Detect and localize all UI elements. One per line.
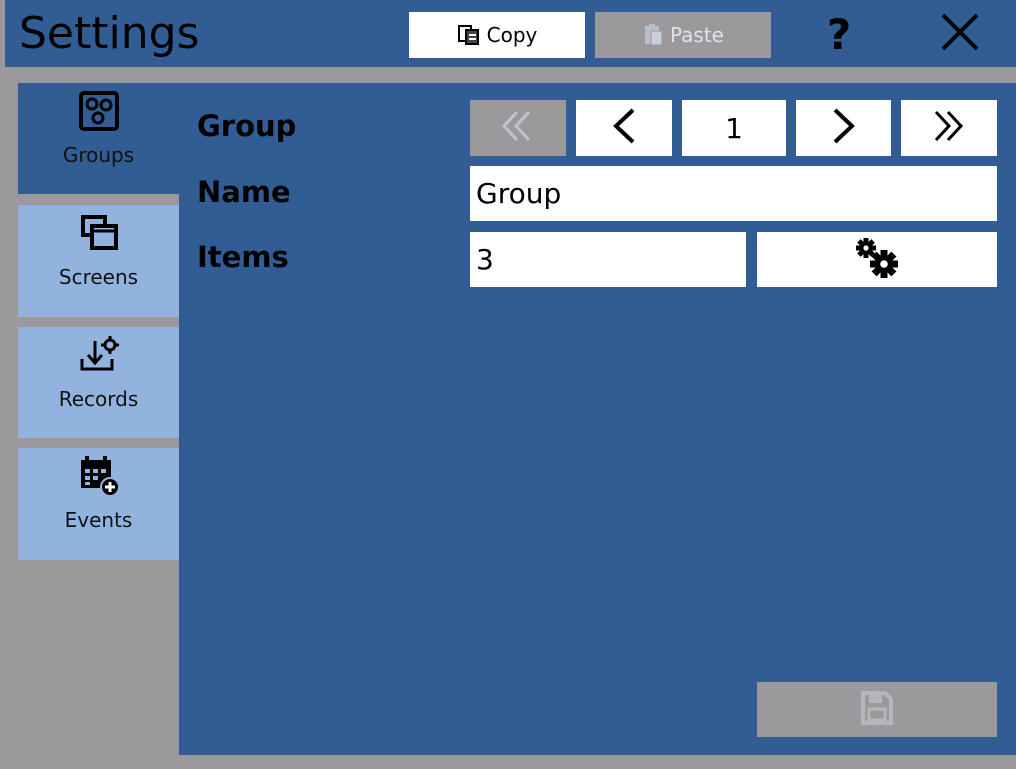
double-chevron-left-icon xyxy=(501,109,535,147)
name-input[interactable]: Group xyxy=(470,166,997,221)
name-label: Name xyxy=(197,175,291,209)
items-count-field: 3 xyxy=(470,232,746,287)
previous-page-button[interactable] xyxy=(576,100,672,156)
title-bar: Settings Copy Paste ? xyxy=(5,0,1016,67)
copy-icon xyxy=(457,24,481,46)
sidebar-item-groups[interactable]: Groups xyxy=(18,83,179,194)
paste-label: Paste xyxy=(670,23,724,47)
paste-icon xyxy=(642,23,664,47)
first-page-button xyxy=(470,100,566,156)
help-button[interactable]: ? xyxy=(811,6,867,62)
page-number: 1 xyxy=(682,100,786,156)
chevron-left-icon xyxy=(611,107,637,149)
last-page-button[interactable] xyxy=(901,100,997,156)
gears-icon xyxy=(853,236,901,284)
sidebar-item-label: Records xyxy=(58,387,139,411)
copy-label: Copy xyxy=(486,23,538,47)
sidebar-item-label: Groups xyxy=(62,143,135,167)
sidebar-item-screens[interactable]: Screens xyxy=(18,205,179,317)
items-label: Items xyxy=(197,240,289,274)
events-icon xyxy=(77,454,121,498)
screens-icon xyxy=(79,211,119,255)
save-icon xyxy=(860,690,894,730)
window-title: Settings xyxy=(19,8,200,59)
close-button[interactable] xyxy=(932,6,988,62)
save-button xyxy=(757,682,997,737)
chevron-right-icon xyxy=(831,107,857,149)
items-settings-button[interactable] xyxy=(757,232,997,287)
records-icon xyxy=(77,333,121,377)
sidebar-item-label: Events xyxy=(64,508,133,532)
sidebar-item-records[interactable]: Records xyxy=(18,327,179,438)
double-chevron-right-icon xyxy=(931,109,967,147)
group-label: Group xyxy=(197,109,297,143)
next-page-button[interactable] xyxy=(796,100,891,156)
sidebar-item-events[interactable]: Events xyxy=(18,448,179,560)
sidebar-item-label: Screens xyxy=(58,265,139,289)
copy-button[interactable]: Copy xyxy=(409,12,585,58)
close-icon xyxy=(939,11,981,57)
main-panel: Group Name Items 1 Group 3 xyxy=(179,83,1016,755)
paste-button[interactable]: Paste xyxy=(595,12,771,58)
groups-icon xyxy=(78,89,119,133)
